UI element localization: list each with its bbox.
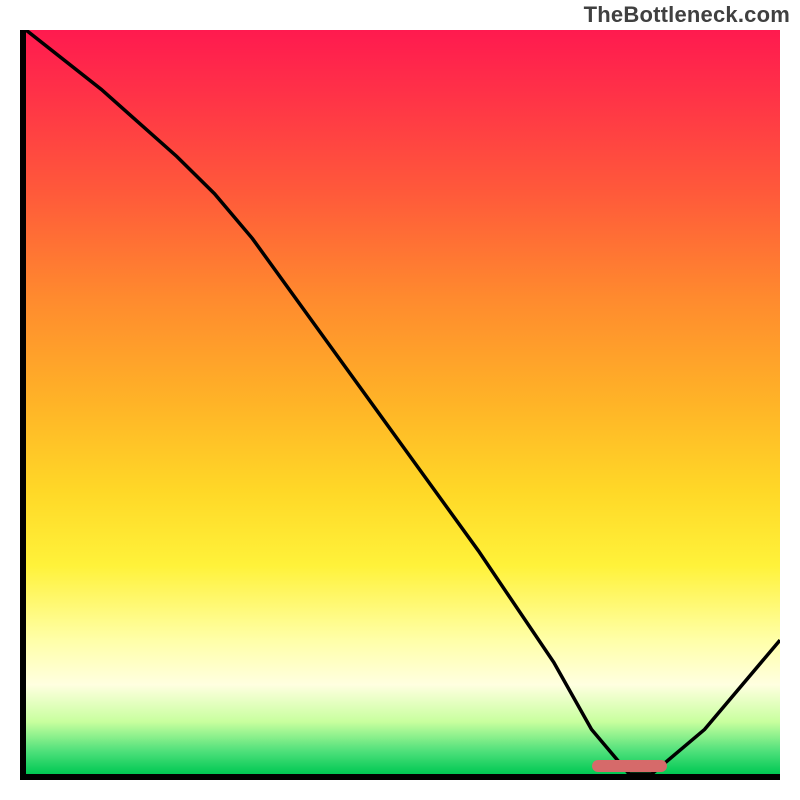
- watermark-text: TheBottleneck.com: [584, 2, 790, 28]
- chart-container: TheBottleneck.com: [0, 0, 800, 800]
- curve-layer: [26, 30, 780, 774]
- bottleneck-curve: [26, 30, 780, 774]
- optimal-range-marker: [592, 760, 667, 772]
- plot-area: [20, 30, 780, 780]
